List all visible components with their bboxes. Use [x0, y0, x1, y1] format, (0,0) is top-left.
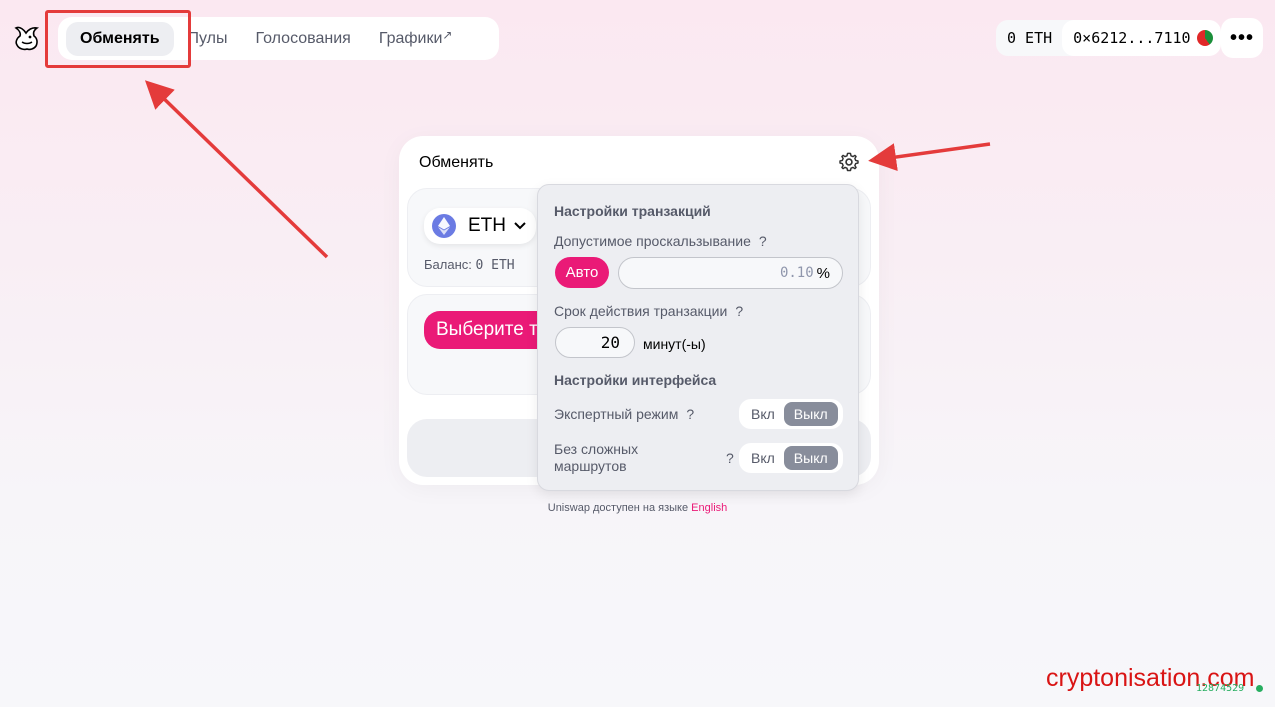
- network-status-dot: [1256, 685, 1263, 692]
- more-menu-button[interactable]: •••: [1221, 18, 1263, 58]
- chevron-down-icon: [514, 222, 526, 230]
- deadline-label-text: Срок действия транзакции: [554, 303, 728, 319]
- wallet-address-button[interactable]: 0×6212...7110: [1062, 20, 1221, 56]
- multihop-on[interactable]: Вкл: [742, 446, 784, 470]
- deadline-input[interactable]: 20: [555, 327, 635, 358]
- expert-mode-label-text: Экспертный режим: [554, 406, 679, 422]
- ethereum-icon: [432, 214, 456, 238]
- language-note-text: Uniswap доступен на языке: [547, 502, 689, 514]
- multihop-toggle[interactable]: Вкл Выкл: [739, 443, 843, 473]
- input-balance: Баланс: 0 ETH: [424, 257, 515, 273]
- slippage-input[interactable]: 0.10 %: [618, 257, 843, 289]
- language-note: Uniswap доступен на языке English: [0, 502, 1275, 514]
- block-number[interactable]: 12874529: [1196, 683, 1244, 694]
- multihop-off[interactable]: Выкл: [783, 446, 838, 470]
- multihop-label: Без сложных маршрутов: [554, 441, 639, 474]
- wallet-widget[interactable]: 0 ETH 0×6212...7110: [996, 20, 1221, 56]
- language-link-english[interactable]: English: [691, 502, 727, 514]
- expert-mode-label: Экспертный режим?: [554, 406, 694, 422]
- annotation-arrow-gear: [868, 142, 991, 171]
- nav-tab-vote[interactable]: Голосования: [242, 22, 365, 56]
- slippage-label-text: Допустимое проскальзывание: [554, 233, 751, 249]
- wallet-balance: 0 ETH: [1007, 29, 1053, 47]
- nav-tab-charts[interactable]: Графики↗: [365, 22, 467, 56]
- expert-mode-off[interactable]: Выкл: [783, 402, 838, 426]
- minutes-label: минут(-ы): [643, 336, 706, 352]
- external-link-icon: ↗: [442, 27, 453, 42]
- deadline-value: 20: [600, 333, 620, 352]
- input-token-select-button[interactable]: ETH: [424, 208, 536, 244]
- slippage-label: Допустимое проскальзывание?: [554, 233, 767, 249]
- uniswap-logo-icon[interactable]: [12, 24, 42, 52]
- slippage-help-icon[interactable]: ?: [759, 233, 767, 249]
- annotation-arrow-nav: [144, 80, 329, 259]
- interface-settings-title: Настройки интерфейса: [554, 372, 717, 388]
- expert-mode-toggle[interactable]: Вкл Выкл: [739, 399, 843, 429]
- expert-mode-help-icon[interactable]: ?: [686, 406, 694, 422]
- transaction-settings-popover: Настройки транзакций Допустимое проскаль…: [537, 184, 859, 491]
- input-token-symbol: ETH: [468, 215, 506, 236]
- slippage-auto-label: Авто: [565, 264, 599, 281]
- balance-label: Баланс:: [424, 257, 472, 272]
- multihop-help-icon[interactable]: ?: [726, 450, 734, 466]
- ellipsis-icon: •••: [1229, 26, 1254, 49]
- swap-title: Обменять: [419, 154, 494, 171]
- deadline-label: Срок действия транзакции?: [554, 303, 743, 319]
- transaction-settings-title: Настройки транзакций: [554, 203, 711, 219]
- nav-tab-charts-label: Графики: [378, 29, 443, 47]
- slippage-auto-button[interactable]: Авто: [555, 257, 609, 288]
- expert-mode-on[interactable]: Вкл: [742, 402, 784, 426]
- wallet-avatar-icon: [1196, 30, 1213, 46]
- slippage-placeholder: 0.10: [779, 265, 814, 281]
- wallet-address: 0×6212...7110: [1073, 29, 1191, 47]
- settings-gear-icon[interactable]: [838, 151, 860, 173]
- deadline-help-icon[interactable]: ?: [735, 303, 743, 319]
- annotation-highlight-box: [45, 10, 191, 68]
- balance-value: 0 ETH: [475, 258, 515, 273]
- percent-sign: %: [816, 264, 830, 282]
